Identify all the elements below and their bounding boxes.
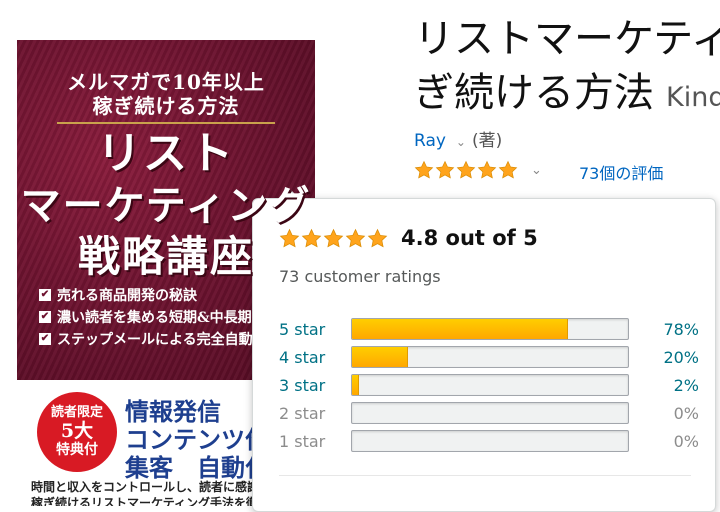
format-label: Kind [666,82,720,113]
cover-gold-rule [57,122,275,124]
average-rating: 4.8 out of 5 [401,226,538,250]
rating-summary[interactable]: ⌄ [414,158,542,182]
cover-bullet: ✔ 濃い読者を集める短期&中長期 [39,310,252,326]
histogram-bar[interactable] [351,318,629,340]
star-icon [414,160,434,179]
star-rating[interactable] [414,160,519,180]
cover-bullet-list: ✔ 売れる商品開発の秘訣 ✔ 濃い読者を集める短期&中長期 ✔ ステップメールによる完… [39,284,267,350]
ratings-count-link[interactable]: 73個の評価 [579,160,663,184]
chevron-down-icon[interactable]: ⌄ [531,163,542,178]
popover-header: 4.8 out of 5 [279,226,538,250]
histogram-star-label[interactable]: 5 star [279,320,325,339]
histogram-star-label[interactable]: 3 star [279,376,325,395]
histogram-bar-fill [352,375,359,395]
histogram-row[interactable]: 4 star 20% [279,345,699,373]
histogram-bar-fill [352,347,409,367]
star-icon [498,160,518,179]
histogram-bar [351,402,629,424]
check-icon: ✔ [39,311,51,323]
cover-bullet: ✔ 売れる商品開発の秘訣 [39,288,197,304]
histogram-row[interactable]: 3 star 2% [279,373,699,401]
product-title-line1: リストマーケティ [414,16,720,62]
histogram-percent: 0% [673,432,699,451]
author-link[interactable]: Ray [414,131,446,151]
cover-footer-line1: 時間と収入をコントロールし、読者に感謝さ [31,480,272,494]
rating-histogram: 5 star 78% 4 star 20% 3 star 2% 2 star 0% 1 star… [279,317,699,457]
cover-title-line1: リスト [97,128,235,179]
histogram-bar[interactable] [351,346,629,368]
author-role: (著) [471,131,503,151]
histogram-row: 2 star 0% [279,401,699,429]
histogram-bar[interactable] [351,374,629,396]
check-icon: ✔ [39,289,51,301]
star-icon [477,160,497,179]
product-title-line2: ぎ続ける方法 Kind [414,68,720,118]
cover-title-line3: 戦略講座 [77,232,254,281]
check-icon: ✔ [39,333,51,345]
histogram-bar-fill [352,319,569,339]
histogram-star-label[interactable]: 4 star [279,348,325,367]
histogram-row[interactable]: 5 star 78% [279,317,699,345]
cover-footer-line2: 稼ぎ続けるリストマーケティング手法を徹 [31,496,259,506]
chevron-down-icon[interactable]: ⌄ [456,135,466,149]
cover-title-line2: マーケティング [20,182,312,229]
histogram-percent[interactable]: 20% [663,348,699,367]
cover-bullet: ✔ ステップメールによる完全自動化 [39,332,267,348]
star-icon [435,160,455,179]
histogram-star-label: 1 star [279,432,326,451]
histogram-percent[interactable]: 78% [663,320,699,339]
histogram-row: 1 star 0% [279,429,699,457]
ratings-popover: 4.8 out of 5 73 customer ratings 5 star 7… [252,198,716,512]
histogram-star-label: 2 star [279,404,326,423]
star-icon [367,228,388,247]
histogram-percent: 0% [673,404,699,423]
star-icon [345,228,366,247]
star-icon [456,160,476,179]
star-icon [323,228,344,247]
histogram-percent[interactable]: 2% [674,376,699,395]
histogram-bar [351,430,629,452]
cover-subtitle-line2: 稼ぎ続ける方法 [92,94,240,118]
author-line: Ray ⌄ (著) [414,126,502,151]
popover-divider [279,475,691,476]
bonus-badge: 読者限定 5大 特典付 [37,392,117,472]
